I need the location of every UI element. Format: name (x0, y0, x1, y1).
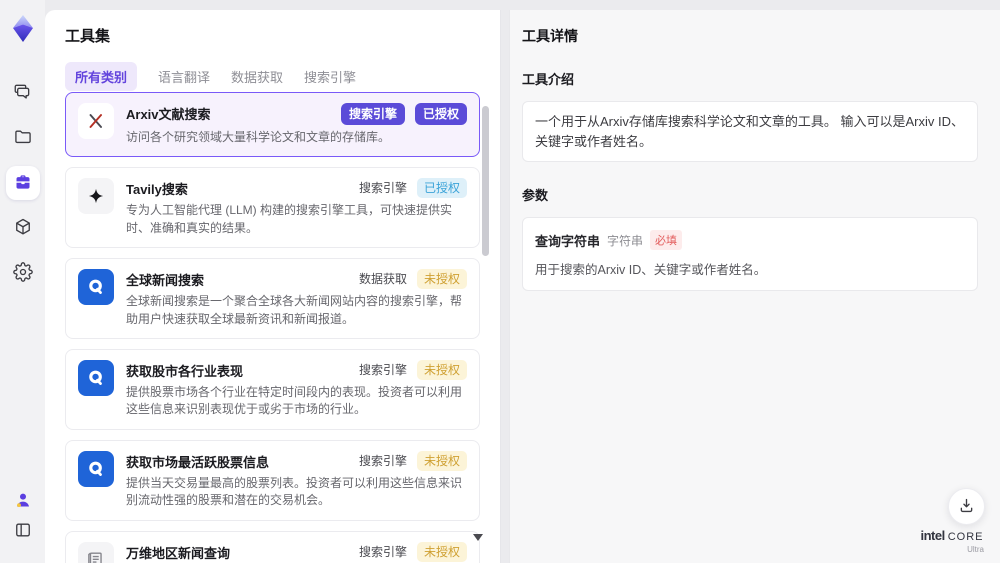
status-badge: 未授权 (416, 359, 467, 380)
category-tab-1[interactable]: 语言翻译 (158, 67, 210, 86)
sidebar (0, 0, 45, 563)
tool-name: 获取市场最活跃股票信息 (126, 454, 270, 470)
tool-description: 访问各个研究领域大量科学论文和文章的存储库。 (126, 130, 391, 144)
sidebar-item-cube[interactable] (6, 211, 40, 245)
param-required-badge: 必填 (650, 230, 683, 250)
category-badge: 数据获取 (358, 272, 407, 287)
params-heading: 参数 (522, 188, 549, 203)
tool-card[interactable]: 全球新闻搜索 数据获取 未授权全球新闻搜索是一个聚合全球各大新闻网站内容的搜索引擎，… (65, 258, 480, 339)
tool-description: 专为人工智能代理 (LLM) 构建的搜索引擎工具，可快速提供实时、准确和真实的结… (126, 203, 453, 235)
ultra-wordmark: Ultra (967, 545, 984, 554)
sidebar-item-toolbox[interactable] (5, 166, 40, 200)
tool-name: Tavily搜索 (126, 182, 188, 198)
tool-description: 提供股票市场各个行业在特定时间段内的表现。投资者可以利用这些信息来识别表现优于或… (126, 384, 463, 417)
cube-icon (13, 217, 33, 240)
tool-name: Arxiv文献搜索 (126, 107, 211, 122)
scroll-down-indicator[interactable] (473, 534, 483, 541)
app-root: 工具集 所有类别 语言翻译 数据获取 搜索引擎 Arxiv文献搜索 搜索引擎 已授权 访问各… (0, 0, 1000, 563)
category-badge: 搜索引擎 (358, 453, 407, 468)
details-panel-title: 工具详情 (522, 28, 578, 44)
sidebar-bottom (6, 486, 40, 546)
intro-heading: 工具介绍 (522, 72, 575, 87)
tool-list: Arxiv文献搜索 搜索引擎 已授权 访问各个研究领域大量科学论文和文章的存储库。 Ta… (65, 92, 480, 563)
status-badge: 未授权 (416, 450, 467, 471)
gear-icon (12, 261, 33, 285)
download-icon (957, 496, 976, 518)
intel-core-logo: intel CORE Ultra (914, 528, 990, 554)
status-badge: 已授权 (416, 178, 467, 199)
user-avatar-icon (13, 490, 33, 513)
sidebar-item-chat[interactable] (6, 76, 40, 110)
tool-description: 全球新闻搜索是一个聚合全球各大新闻网站内容的搜索引擎，帮助用户快速获取全球最新资… (126, 294, 463, 326)
param-description: 用于搜索的Arxiv ID、关键字或作者姓名。 (535, 263, 767, 277)
status-badge: 未授权 (416, 541, 467, 562)
sidebar-item-gear[interactable] (6, 256, 40, 290)
category-badge: 搜索引擎 (358, 362, 407, 377)
tool-name: 全球新闻搜索 (126, 273, 205, 289)
param-type: 字符串 (607, 233, 644, 248)
sidebar-item-user-avatar[interactable] (6, 486, 40, 516)
tool-card[interactable]: Tavily搜索 搜索引擎 已授权专为人工智能代理 (LLM) 构建的搜索引擎工具，… (65, 167, 480, 249)
chat-icon (13, 82, 33, 105)
app-logo (7, 13, 39, 45)
category-tab-2[interactable]: 数据获取 (231, 67, 283, 86)
param-entry: 查询字符串 字符串 必填用于搜索的Arxiv ID、关键字或作者姓名。 (535, 230, 965, 278)
sidebar-item-panel-toggle[interactable] (6, 516, 40, 546)
tool-card[interactable]: 获取市场最活跃股票信息 搜索引擎 未授权提供当天交易量最高的股票列表。投资者可以利用… (65, 439, 480, 521)
category-badge: 搜索引擎 (340, 103, 405, 125)
q-icon (78, 269, 114, 306)
category-tab-3[interactable]: 搜索引擎 (304, 67, 356, 86)
intel-wordmark: intel (920, 528, 945, 543)
news-icon (78, 541, 114, 563)
toolbox-icon (13, 172, 33, 195)
tool-card[interactable]: Arxiv文献搜索 搜索引擎 已授权访问各个研究领域大量科学论文和文章的存储库。 (65, 92, 480, 158)
category-badge: 搜索引擎 (358, 181, 407, 196)
tool-details-panel: 工具详情 工具介绍 一个用于从Arxiv存储库搜索科学论文和文章的工具。 输入可… (509, 10, 1000, 563)
tool-card[interactable]: 获取股市各行业表现 搜索引擎 未授权提供股票市场各个行业在特定时间段内的表现。投资者… (65, 348, 480, 430)
tool-description: 提供当天交易量最高的股票列表。投资者可以利用这些信息来识别流动性强的股票和潜在的… (126, 475, 463, 508)
panel-toggle-icon (13, 520, 33, 543)
core-wordmark: CORE (947, 531, 984, 543)
category-badge: 搜索引擎 (358, 544, 407, 559)
category-tabs: 所有类别 语言翻译 数据获取 搜索引擎 (65, 62, 500, 91)
category-tab-0[interactable]: 所有类别 (65, 62, 138, 91)
param-name: 查询字符串 (535, 233, 601, 249)
arxiv-icon (78, 103, 114, 139)
status-badge: 未授权 (416, 269, 467, 290)
folder-icon (13, 127, 33, 150)
sidebar-nav (5, 76, 40, 290)
tool-name: 万维地区新闻查询 (126, 545, 231, 561)
tool-name: 获取股市各行业表现 (126, 363, 244, 379)
tool-intro-box: 一个用于从Arxiv存储库搜索科学论文和文章的工具。 输入可以是Arxiv ID… (522, 101, 978, 162)
tool-list-scrollbar[interactable] (482, 102, 489, 533)
param-list: 查询字符串 字符串 必填用于搜索的Arxiv ID、关键字或作者姓名。 (522, 217, 978, 291)
sidebar-item-folder[interactable] (6, 121, 40, 155)
q-icon (78, 450, 114, 487)
status-badge: 已授权 (414, 103, 467, 125)
scrollbar-thumb[interactable] (482, 106, 489, 256)
download-button[interactable] (948, 488, 985, 525)
tool-intro-text: 一个用于从Arxiv存储库搜索科学论文和文章的工具。 输入可以是Arxiv ID… (535, 114, 965, 149)
tools-panel-title: 工具集 (65, 28, 111, 45)
q-icon (78, 359, 114, 396)
tools-panel: 工具集 所有类别 语言翻译 数据获取 搜索引擎 Arxiv文献搜索 搜索引擎 已授权 访问各… (45, 10, 501, 563)
tool-card[interactable]: 万维地区新闻查询搜索引擎未授权查询具体行政区划内的新闻，快速了解各地新闻动 (65, 530, 480, 563)
sparkle-icon (78, 178, 114, 215)
